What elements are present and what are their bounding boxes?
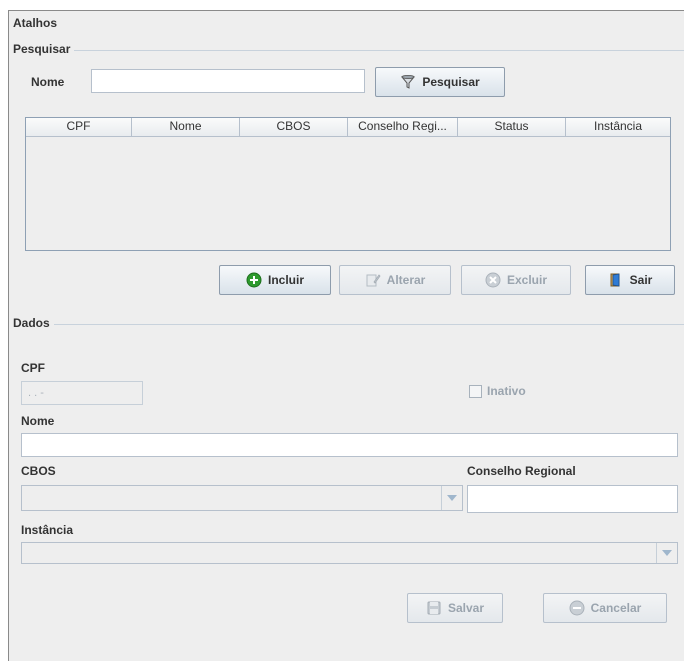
- cancel-circle-icon: [569, 600, 585, 616]
- exit-button-label: Sair: [629, 273, 653, 287]
- cpf-input[interactable]: . . -: [21, 381, 143, 405]
- instance-label: Instância: [21, 523, 74, 537]
- edit-document-icon: [366, 274, 381, 287]
- search-name-label: Nome: [31, 75, 65, 89]
- cbos-select[interactable]: [21, 485, 463, 511]
- column-header-instancia[interactable]: Instância: [566, 118, 670, 136]
- details-group-label: Dados: [13, 316, 54, 330]
- council-input[interactable]: [467, 485, 678, 513]
- exit-door-icon: [610, 273, 620, 287]
- funnel-icon: [401, 74, 416, 89]
- floppy-disk-icon: [427, 601, 441, 615]
- search-name-input[interactable]: [91, 69, 365, 93]
- instance-dropdown-button[interactable]: [656, 543, 677, 563]
- search-button-label: Pesquisar: [422, 75, 480, 89]
- cbos-dropdown-button[interactable]: [441, 486, 462, 510]
- column-header-cpf[interactable]: CPF: [26, 118, 132, 136]
- column-header-status[interactable]: Status: [458, 118, 566, 136]
- name-label: Nome: [21, 414, 55, 428]
- title-bar: Atalhos: [9, 11, 684, 33]
- instance-select[interactable]: [21, 542, 678, 564]
- cbos-label: CBOS: [21, 464, 56, 478]
- search-group-border: [15, 50, 684, 51]
- checkbox-box[interactable]: [469, 384, 482, 398]
- inactive-label: Inativo: [487, 384, 526, 398]
- results-table[interactable]: CPF Nome CBOS Conselho Regi... Status In…: [25, 117, 671, 251]
- column-header-nome[interactable]: Nome: [132, 118, 240, 136]
- council-label: Conselho Regional: [467, 464, 576, 478]
- column-header-cbos[interactable]: CBOS: [240, 118, 348, 136]
- cpf-label: CPF: [21, 361, 45, 375]
- save-button[interactable]: Salvar: [407, 593, 503, 623]
- plus-circle-icon: [246, 272, 262, 288]
- add-button-label: Incluir: [267, 273, 304, 287]
- table-header: CPF Nome CBOS Conselho Regi... Status In…: [26, 118, 670, 137]
- name-input[interactable]: [21, 433, 678, 457]
- search-button[interactable]: Pesquisar: [375, 67, 505, 97]
- window-title: Atalhos: [13, 16, 58, 30]
- cancel-button-label: Cancelar: [590, 601, 642, 615]
- column-header-conselho[interactable]: Conselho Regi...: [348, 118, 458, 136]
- chevron-down-icon: [447, 495, 457, 501]
- chevron-down-icon: [662, 550, 672, 556]
- cancel-button[interactable]: Cancelar: [543, 593, 667, 623]
- save-button-label: Salvar: [447, 601, 485, 615]
- search-group-label: Pesquisar: [13, 42, 75, 56]
- delete-button-label: Excluir: [506, 273, 548, 287]
- edit-button-label: Alterar: [386, 273, 426, 287]
- main-window: Atalhos Pesquisar Nome Pesquisar CPF Nom…: [8, 10, 684, 661]
- edit-button[interactable]: Alterar: [339, 265, 451, 295]
- add-button[interactable]: Incluir: [219, 265, 331, 295]
- inactive-checkbox[interactable]: Inativo: [469, 384, 526, 398]
- delete-button[interactable]: Excluir: [461, 265, 571, 295]
- exit-button[interactable]: Sair: [585, 265, 675, 295]
- delete-circle-icon: [485, 272, 501, 288]
- details-group-border: [15, 324, 684, 325]
